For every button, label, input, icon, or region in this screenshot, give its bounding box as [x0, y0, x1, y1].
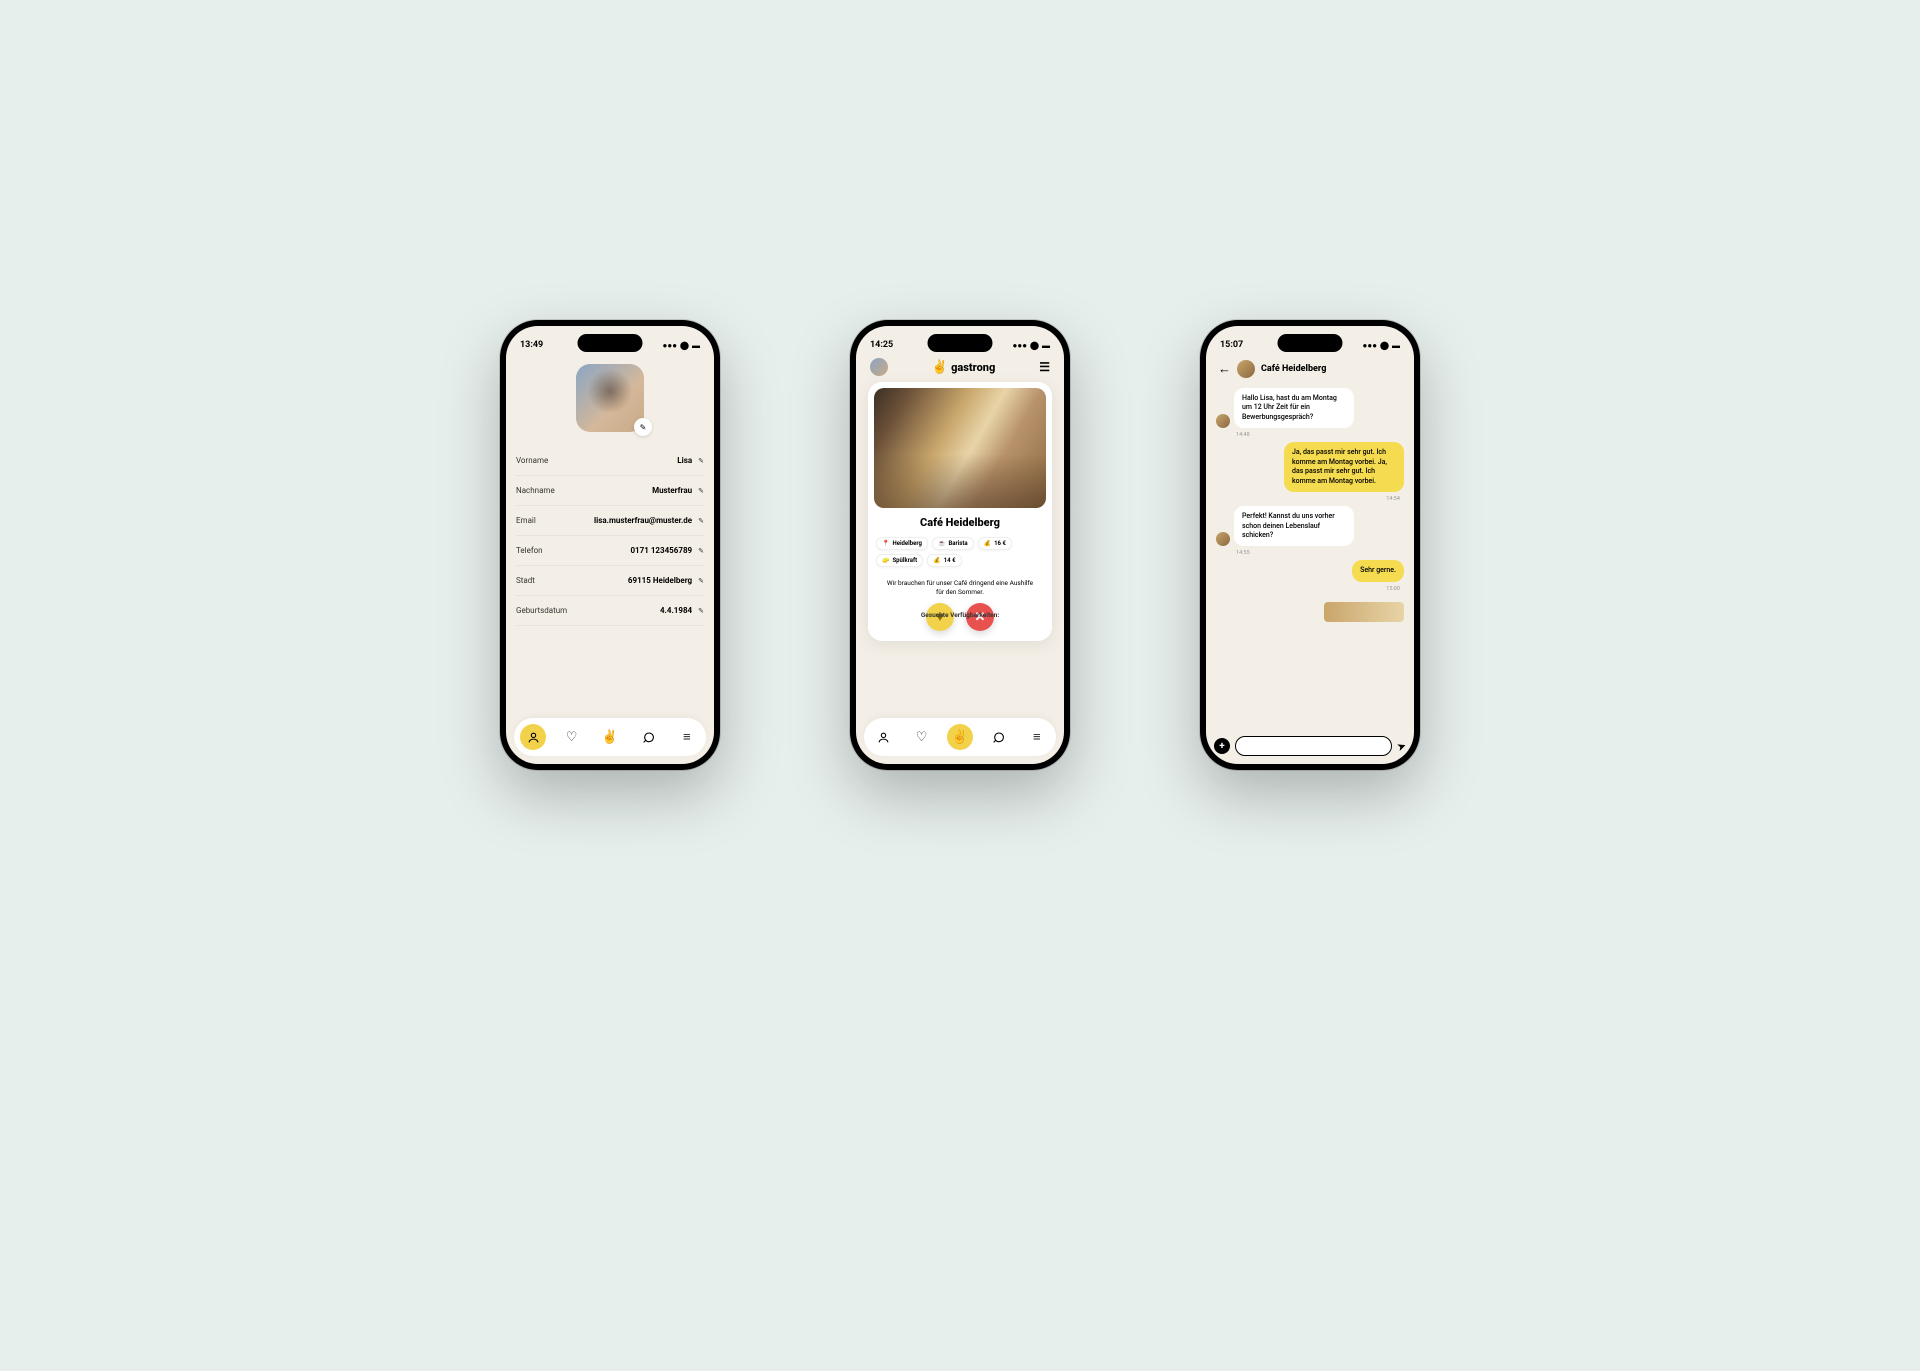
field-value: lisa.musterfrau@muster.de [594, 516, 692, 525]
brand: ✌️gastrong [932, 360, 995, 375]
availability-label: Gesuchte Verfügbarkeiten: [921, 611, 999, 619]
profile-field: Vorname Lisa ✎ [516, 446, 704, 476]
edit-icon[interactable]: ✎ [698, 607, 704, 615]
tag-pill: 🧽Spülkraft [876, 554, 923, 567]
field-value: Musterfrau [652, 486, 692, 495]
tab-bar: ♡ ✌️ ≡ [514, 718, 706, 756]
profile-field: Telefon 0171 123456789 ✎ [516, 536, 704, 566]
message-input[interactable] [1235, 736, 1392, 756]
tab-swipe[interactable]: ✌️ [597, 724, 623, 750]
edit-icon[interactable]: ✎ [698, 517, 704, 525]
field-label: Vorname [516, 456, 548, 465]
field-label: Stadt [516, 576, 535, 585]
message-received: Hallo Lisa, hast du am Montag um 12 Uhr … [1234, 388, 1354, 428]
time: 13:49 [520, 340, 543, 350]
field-label: Telefon [516, 546, 543, 555]
phone-profile: 13:49 ●●●⬤▬ ✎ VornameLisa✎NachnameMuster… [500, 320, 720, 770]
job-card[interactable]: Café Heidelberg 📍Heidelberg ☕Barista 💰16 €… [868, 382, 1052, 641]
field-value: 0171 123456789 [630, 546, 692, 555]
message-sent: Sehr gerne. [1352, 560, 1404, 581]
field-value: 4.4.1984 [660, 606, 692, 615]
tag-pill: 💰14 € [927, 554, 961, 567]
attach-button[interactable]: + [1214, 738, 1230, 754]
chat-avatar[interactable] [1237, 360, 1255, 378]
card-image [874, 388, 1046, 508]
profile-field: Nachname Musterfrau ✎ [516, 476, 704, 506]
tab-bar: ♡ ✌️ ≡ [864, 718, 1056, 756]
notch [1278, 334, 1343, 352]
back-button[interactable]: ← [1218, 361, 1231, 377]
message-received: Perfekt! Kannst du uns vorher schon dein… [1234, 506, 1354, 546]
field-label: Geburtsdatum [516, 606, 567, 615]
tab-chat[interactable] [635, 724, 661, 750]
card-description: Wir brauchen für unser Café dringend ein… [874, 573, 1046, 599]
chat-title: Café Heidelberg [1261, 364, 1326, 374]
time: 15:07 [1220, 340, 1243, 350]
timestamp: 14:55 [1216, 550, 1404, 556]
tab-chat[interactable] [985, 724, 1011, 750]
profile-field: Stadt 69115 Heidelberg ✎ [516, 566, 704, 596]
field-value: 69115 Heidelberg [628, 576, 692, 585]
notch [928, 334, 993, 352]
avatar[interactable] [576, 364, 644, 432]
edit-avatar-button[interactable]: ✎ [634, 418, 652, 436]
edit-icon[interactable]: ✎ [698, 547, 704, 555]
field-label: Nachname [516, 486, 555, 495]
tag-pill: 📍Heidelberg [876, 537, 928, 550]
msg-avatar [1216, 532, 1230, 546]
send-button[interactable]: ➤ [1395, 738, 1408, 753]
profile-field: Geburtsdatum 4.4.1984 ✎ [516, 596, 704, 626]
tab-swipe[interactable]: ✌️ [947, 724, 973, 750]
msg-avatar [1216, 414, 1230, 428]
edit-icon[interactable]: ✎ [698, 457, 704, 465]
edit-icon[interactable]: ✎ [698, 487, 704, 495]
tag-pill: 💰16 € [978, 537, 1012, 550]
field-label: Email [516, 516, 536, 525]
phone-chat: 15:07 ●●●⬤▬ ← Café Heidelberg Hallo Lisa… [1200, 320, 1420, 770]
phone-swipe: 14:25 ●●●⬤▬ ✌️gastrong ☰ Café Heidelberg… [850, 320, 1070, 770]
filter-button[interactable]: ☰ [1039, 360, 1050, 374]
timestamp: 15:00 [1216, 586, 1404, 592]
tab-menu[interactable]: ≡ [674, 724, 700, 750]
edit-icon[interactable]: ✎ [698, 577, 704, 585]
tag-pill: ☕Barista [932, 537, 974, 550]
timestamp: 14:54 [1216, 496, 1404, 502]
notch [578, 334, 643, 352]
timestamp: 14:48 [1216, 432, 1404, 438]
card-title: Café Heidelberg [874, 516, 1046, 529]
tab-likes[interactable]: ♡ [909, 724, 935, 750]
avatar-small[interactable] [870, 358, 888, 376]
tab-profile[interactable] [520, 724, 546, 750]
tab-profile[interactable] [870, 724, 896, 750]
time: 14:25 [870, 340, 893, 350]
attachment-preview[interactable] [1324, 602, 1404, 622]
message-sent: Ja, das passt mir sehr gut. Ich komme am… [1284, 442, 1404, 492]
tab-likes[interactable]: ♡ [559, 724, 585, 750]
tab-menu[interactable]: ≡ [1024, 724, 1050, 750]
profile-field: Email lisa.musterfrau@muster.de ✎ [516, 506, 704, 536]
field-value: Lisa [677, 456, 692, 465]
